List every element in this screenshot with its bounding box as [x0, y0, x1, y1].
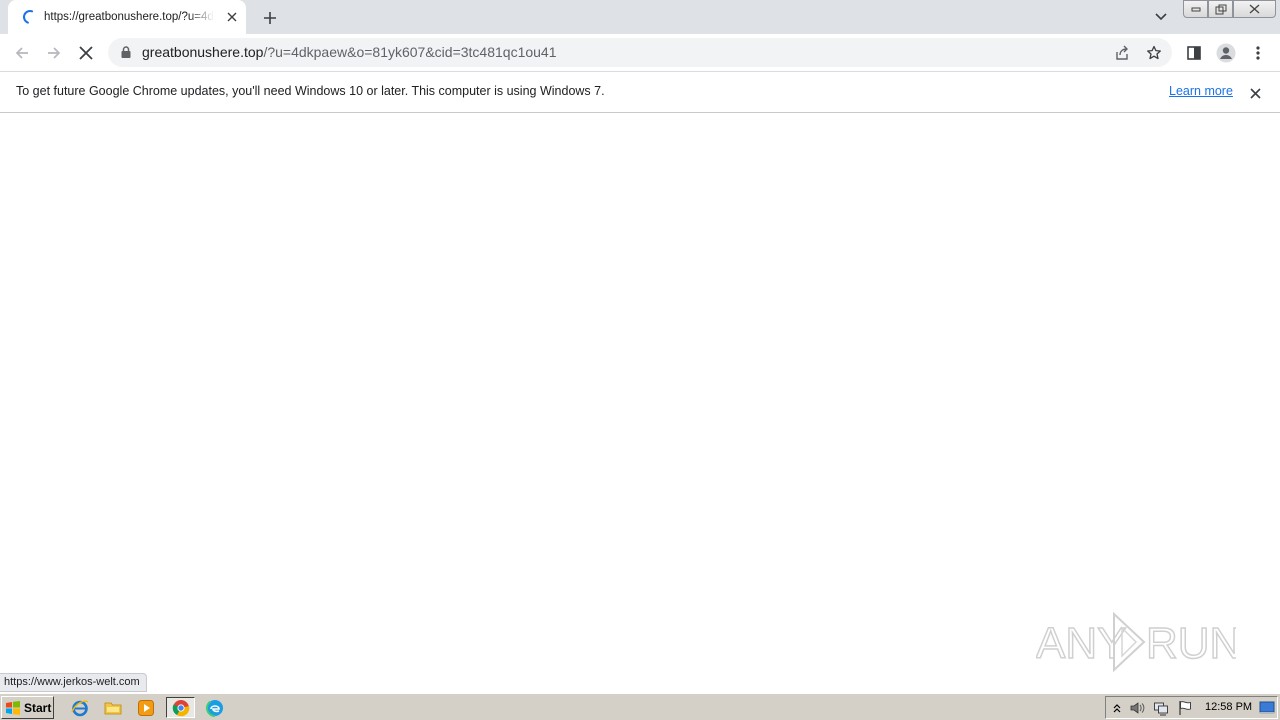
new-tab-button[interactable] [260, 8, 280, 28]
show-desktop-icon[interactable] [1259, 700, 1275, 716]
volume-icon[interactable] [1129, 700, 1145, 716]
tab-close-icon[interactable] [224, 9, 240, 25]
update-infobar: To get future Google Chrome updates, you… [0, 71, 1280, 113]
tab-search-chevron-icon[interactable] [1152, 9, 1170, 25]
clock: 12:58 PM [1205, 701, 1253, 713]
tab-title: https://greatbonushere.top/?u=4dkpaew&o=… [44, 11, 214, 23]
infobar-close-icon[interactable] [1247, 85, 1263, 101]
url-text: greatbonushere.top/?u=4dkpaew&o=81yk607&… [142, 44, 557, 60]
tray-expand-icon[interactable] [1109, 700, 1125, 716]
stop-x-icon [79, 46, 93, 60]
svg-text:RUN: RUN [1146, 619, 1236, 668]
media-player-icon[interactable] [135, 697, 157, 718]
learn-more-link[interactable]: Learn more [1169, 84, 1233, 98]
url-domain: greatbonushere.top [142, 44, 264, 60]
ie-icon[interactable] [69, 697, 91, 718]
back-arrow-icon [15, 47, 28, 59]
screen: https://greatbonushere.top/?u=4dkpaew&o=… [0, 0, 1280, 720]
kebab-menu-icon [1256, 46, 1260, 60]
loading-spinner-icon [23, 10, 34, 24]
forward-arrow-icon [48, 47, 61, 59]
menu-button[interactable] [1246, 41, 1270, 65]
lock-icon [121, 46, 131, 58]
system-tray: 12:58 PM [1105, 696, 1278, 719]
svg-text:ANY: ANY [1036, 619, 1126, 668]
chrome-icon[interactable] [166, 697, 195, 718]
stop-button[interactable] [74, 41, 98, 65]
share-icon[interactable] [1112, 43, 1132, 63]
action-center-flag-icon[interactable] [1177, 700, 1193, 716]
infobar-message: To get future Google Chrome updates, you… [16, 84, 605, 98]
tab-active[interactable]: https://greatbonushere.top/?u=4dkpaew&o=… [8, 0, 246, 34]
taskbar: Start 12:58 PM [0, 693, 1280, 720]
restore-button[interactable] [1208, 0, 1233, 18]
edge-icon[interactable] [204, 697, 226, 718]
profile-button[interactable] [1214, 41, 1238, 65]
toolbar: greatbonushere.top/?u=4dkpaew&o=81yk607&… [0, 34, 1280, 71]
forward-button[interactable] [42, 41, 66, 65]
avatar-icon [1216, 43, 1236, 63]
windows-flag-icon [6, 700, 20, 715]
explorer-icon[interactable] [102, 697, 124, 718]
anyrun-watermark-logo: ANY RUN [1036, 611, 1236, 672]
back-button[interactable] [10, 41, 34, 65]
url-path: /?u=4dkpaew&o=81yk607&cid=3tc481qc1ou41 [263, 44, 557, 60]
close-window-button[interactable] [1233, 0, 1276, 18]
status-bubble-url: https://www.jerkos-welt.com [0, 673, 147, 692]
minimize-button[interactable] [1183, 0, 1208, 18]
address-bar[interactable]: greatbonushere.top/?u=4dkpaew&o=81yk607&… [108, 38, 1172, 67]
side-panel-button[interactable] [1182, 41, 1206, 65]
bookmark-star-icon[interactable] [1144, 43, 1164, 63]
network-icon[interactable] [1153, 700, 1169, 716]
start-label: Start [24, 700, 52, 715]
tab-strip: https://greatbonushere.top/?u=4dkpaew&o=… [0, 0, 1280, 34]
side-panel-icon [1187, 46, 1201, 60]
page-content [0, 113, 1280, 693]
start-button[interactable]: Start [1, 696, 54, 719]
